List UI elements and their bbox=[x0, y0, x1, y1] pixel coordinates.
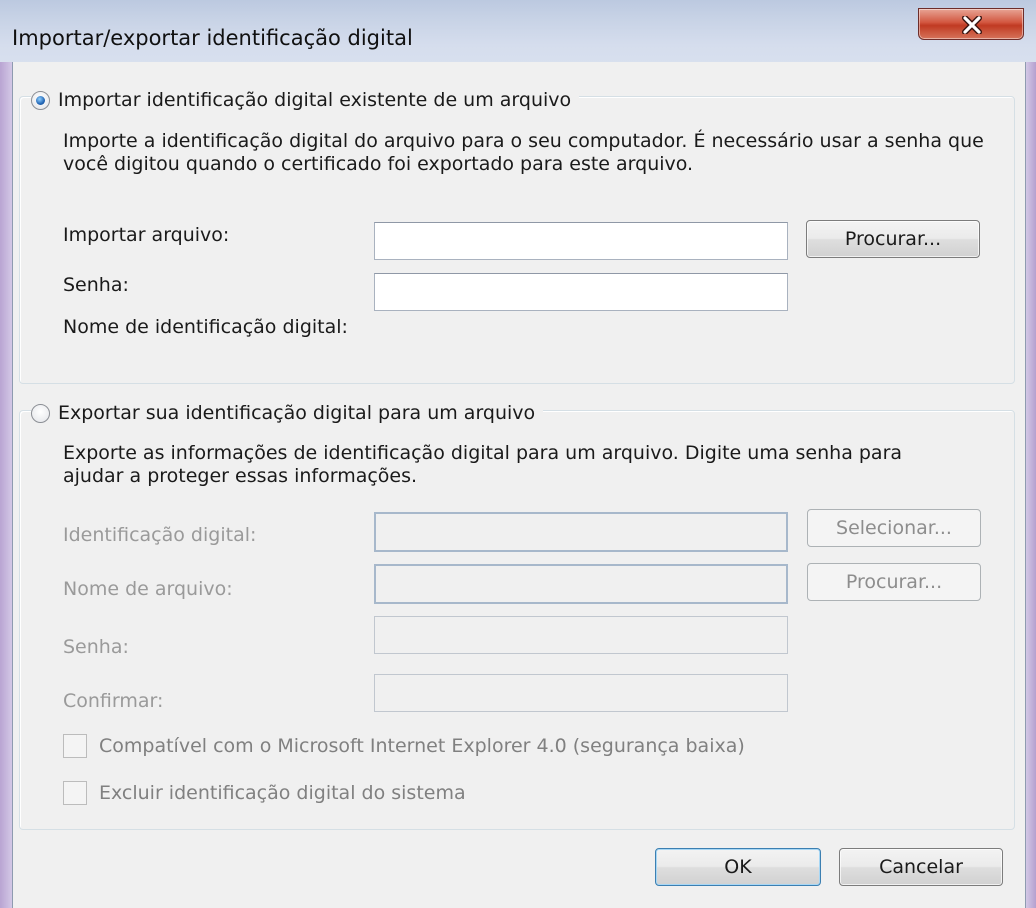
export-browse-button[interactable]: Procurar... bbox=[807, 563, 981, 601]
export-radio-label: Exportar sua identificação digital para … bbox=[58, 402, 536, 424]
import-radio-label: Importar identificação digital existente… bbox=[58, 89, 572, 111]
import-password-label: Senha: bbox=[63, 274, 129, 296]
radio-unchecked-icon[interactable] bbox=[31, 403, 50, 423]
import-browse-button[interactable]: Procurar... bbox=[806, 220, 980, 258]
import-file-label: Importar arquivo: bbox=[63, 224, 230, 246]
dialog-body: Importar identificação digital existente… bbox=[12, 62, 1026, 908]
dialog-frame: Importar/exportar identificação digital … bbox=[0, 0, 1036, 908]
close-icon bbox=[962, 16, 982, 34]
import-name-label: Nome de identificação digital: bbox=[63, 316, 348, 338]
import-description: Importe a identificação digital do arqui… bbox=[63, 130, 984, 175]
export-filename-input[interactable] bbox=[374, 564, 788, 604]
ie4-compat-checkbox-label: Compatível com o Microsoft Internet Expl… bbox=[99, 735, 745, 757]
export-confirm-label: Confirmar: bbox=[63, 690, 164, 712]
export-id-label: Identificação digital: bbox=[63, 524, 257, 546]
export-description: Exporte as informações de identificação … bbox=[63, 442, 903, 487]
window-title: Importar/exportar identificação digital bbox=[12, 26, 413, 50]
export-password-label: Senha: bbox=[63, 636, 129, 658]
title-bar[interactable]: Importar/exportar identificação digital bbox=[0, 0, 1036, 62]
delete-from-system-checkbox-label: Excluir identificação digital do sistema bbox=[99, 782, 466, 804]
export-confirm-input[interactable] bbox=[374, 674, 788, 712]
cancel-button[interactable]: Cancelar bbox=[839, 848, 1003, 886]
frame-left-border bbox=[0, 62, 12, 908]
delete-from-system-checkbox[interactable]: Excluir identificação digital do sistema bbox=[63, 781, 466, 805]
ie4-compat-checkbox-box[interactable] bbox=[63, 734, 87, 758]
radio-checked-icon[interactable] bbox=[31, 90, 50, 110]
export-filename-label: Nome de arquivo: bbox=[63, 578, 233, 600]
export-password-input[interactable] bbox=[374, 616, 788, 654]
export-radio[interactable]: Exportar sua identificação digital para … bbox=[31, 399, 544, 427]
export-select-button[interactable]: Selecionar... bbox=[807, 509, 981, 547]
ok-button[interactable]: OK bbox=[655, 848, 821, 886]
close-button[interactable] bbox=[918, 8, 1024, 40]
import-radio[interactable]: Importar identificação digital existente… bbox=[31, 86, 580, 114]
ie4-compat-checkbox[interactable]: Compatível com o Microsoft Internet Expl… bbox=[63, 734, 745, 758]
import-file-input[interactable] bbox=[374, 222, 788, 260]
import-password-input[interactable] bbox=[374, 273, 788, 311]
export-id-input[interactable] bbox=[374, 512, 788, 552]
delete-from-system-checkbox-box[interactable] bbox=[63, 781, 87, 805]
frame-right-border bbox=[1026, 62, 1036, 908]
